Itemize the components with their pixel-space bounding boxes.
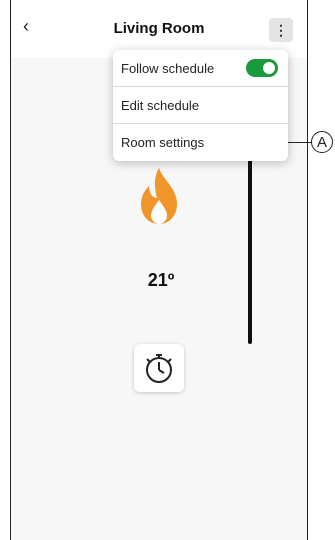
options-menu: Follow schedule Edit schedule Room setti…: [113, 50, 288, 161]
menu-item-label: Edit schedule: [121, 97, 200, 113]
callout-line: [288, 142, 312, 143]
timer-button[interactable]: [134, 344, 184, 392]
temperature-value: 21º: [147, 270, 175, 290]
stopwatch-icon: [146, 354, 172, 383]
temperature-slider-track[interactable]: [248, 140, 252, 344]
follow-schedule-toggle[interactable]: [246, 59, 278, 77]
menu-item-edit-schedule[interactable]: Edit schedule: [113, 87, 288, 124]
callout-label: A: [316, 133, 327, 151]
more-vertical-icon: ⋮: [274, 21, 288, 38]
menu-item-label: Room settings: [121, 135, 205, 150]
menu-item-label: Follow schedule: [121, 60, 215, 76]
menu-item-room-settings[interactable]: Room settings: [113, 124, 288, 161]
callout-marker: A: [311, 131, 333, 153]
menu-item-follow-schedule[interactable]: Follow schedule: [113, 50, 288, 87]
flame-icon: [141, 168, 177, 224]
page-title: Living Room: [113, 20, 205, 37]
more-options-button[interactable]: ⋮: [269, 18, 293, 42]
